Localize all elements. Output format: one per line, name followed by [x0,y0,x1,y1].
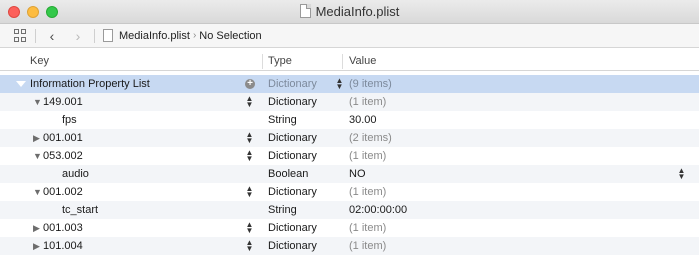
table-row[interactable]: Information Property List + Dictionary ▲… [0,75,699,93]
row-key: 149.001 [43,96,83,108]
breadcrumb-file[interactable]: MediaInfo.plist [119,30,190,42]
row-key: 101.004 [43,240,83,252]
chevron-left-icon[interactable]: ‹ [44,29,60,43]
jump-bar: ‹ › MediaInfo.plist › No Selection [0,24,699,48]
disclosure-closed-icon[interactable]: ▶ [33,237,43,255]
type-stepper-icon[interactable]: ▲ ▼ [245,93,254,109]
row-key: 053.002 [43,150,83,162]
table-row[interactable]: ▼001.002 ▲ ▼ Dictionary (1 item) [0,183,699,201]
row-key: tc_start [62,204,99,216]
table-row[interactable]: ▶ 001.003 ▲ ▼ Dictionary (1 item) [0,219,699,237]
title-bar: MediaInfo.plist [0,0,699,24]
type-stepper-icon[interactable]: ▲ ▼ [245,219,254,235]
row-value[interactable]: 02:00:00:00 [349,201,407,219]
row-type: Dictionary [268,96,317,108]
table-row[interactable]: tc_start String 02:00:00:00 [0,201,699,219]
row-value: (1 item) [349,186,387,198]
related-items-icon[interactable] [14,29,27,42]
row-value[interactable]: NO [349,165,366,183]
row-key: audio [62,168,89,180]
disclosure-closed-icon[interactable]: ▶ [33,129,43,147]
row-value: (9 items) [349,78,392,90]
type-stepper-icon[interactable]: ▲ ▼ [245,147,254,163]
row-type: String [268,204,297,216]
row-type: Dictionary [268,222,317,234]
divider [94,28,95,43]
window-title-text: MediaInfo.plist [315,4,400,19]
disclosure-open-icon[interactable]: ▼ [33,147,43,165]
row-key: fps [62,114,77,126]
row-value: (1 item) [349,96,387,108]
table-row[interactable]: audio Boolean NO ▲ ▼ [0,165,699,183]
row-key: 001.003 [43,222,83,234]
window-title: MediaInfo.plist [0,4,699,19]
type-stepper-icon[interactable]: ▲ ▼ [245,237,254,253]
row-key: Information Property List [30,78,150,90]
row-type: Dictionary [268,132,317,144]
row-type: Dictionary [268,240,317,252]
row-value: (1 item) [349,240,387,252]
chevron-right-icon[interactable]: › [70,29,86,43]
disclosure-open-icon[interactable] [16,81,26,87]
add-item-icon[interactable]: + [245,79,255,89]
table-row[interactable]: ▶ 101.004 ▲ ▼ Dictionary (1 item) [0,237,699,255]
column-header-type[interactable]: Type [268,55,292,67]
type-stepper-icon[interactable]: ▲ ▼ [245,183,254,199]
column-header-key[interactable]: Key [30,55,49,67]
row-value[interactable]: 30.00 [349,111,377,129]
value-stepper-icon[interactable]: ▲ ▼ [677,165,686,181]
row-value: (1 item) [349,222,387,234]
plist-file-icon [103,29,113,42]
column-divider[interactable] [342,54,343,69]
table-row[interactable]: fps String 30.00 [0,111,699,129]
row-type: Boolean [268,168,309,180]
row-type: Dictionary [268,78,317,90]
table-row[interactable]: ▶ 001.001 ▲ ▼ Dictionary (2 items) [0,129,699,147]
row-key: 001.002 [43,186,83,198]
table-row[interactable]: ▼149.001 ▲ ▼ Dictionary (1 item) [0,93,699,111]
row-key: 001.001 [43,132,83,144]
table-row[interactable]: ▼053.002 ▲ ▼ Dictionary (1 item) [0,147,699,165]
column-divider[interactable] [262,54,263,69]
row-type: Dictionary [268,150,317,162]
column-header-value[interactable]: Value [349,55,376,67]
row-value: (2 items) [349,132,392,144]
breadcrumb-selection[interactable]: No Selection [199,30,261,42]
row-type: Dictionary [268,186,317,198]
type-stepper-icon[interactable]: ▲ ▼ [245,129,254,145]
disclosure-open-icon[interactable]: ▼ [33,183,43,201]
divider [35,28,36,43]
row-type: String [268,114,297,126]
type-stepper-icon[interactable]: ▲ ▼ [335,75,344,91]
row-value: (1 item) [349,150,387,162]
column-header: Key Type Value [0,52,699,71]
disclosure-open-icon[interactable]: ▼ [33,93,43,111]
plist-outline: Information Property List + Dictionary ▲… [0,75,699,255]
breadcrumb-separator-icon: › [192,30,197,41]
document-icon [299,4,311,18]
disclosure-closed-icon[interactable]: ▶ [33,219,43,237]
